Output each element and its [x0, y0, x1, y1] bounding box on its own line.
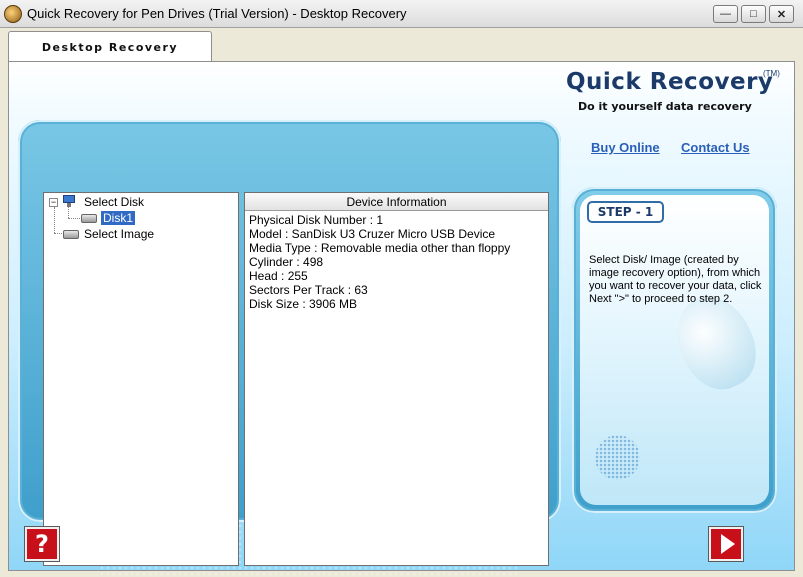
collapse-toggle-icon[interactable]: − [49, 198, 58, 207]
app-window: Quick Recovery for Pen Drives (Trial Ver… [0, 0, 803, 577]
title-bar[interactable]: Quick Recovery for Pen Drives (Trial Ver… [0, 0, 803, 28]
step-frame: STEP - 1 Select Disk/ Image (created by … [572, 187, 777, 513]
minimize-icon: — [720, 8, 731, 20]
logo-trademark: (TM) [763, 69, 780, 78]
close-icon: ✕ [776, 8, 787, 21]
disk-selection-frame: − Select Disk Disk1 Select Image Device … [18, 120, 561, 566]
tab-strip: Desktop Recovery [0, 28, 803, 63]
info-line: Disk Size : 3906 MB [249, 297, 358, 311]
info-line: Sectors Per Track : 63 [249, 283, 368, 297]
device-info-header[interactable]: Device Information [245, 193, 548, 211]
tree-item-disk1[interactable]: Disk1 [101, 211, 136, 225]
tree-connector [68, 218, 80, 219]
app-icon [4, 5, 22, 23]
info-line: Media Type : Removable media other than … [249, 241, 511, 255]
info-line: Model : SanDisk U3 Cruzer Micro USB Devi… [249, 227, 496, 241]
next-button[interactable] [709, 527, 743, 561]
computer-icon [63, 195, 75, 207]
logo-tagline: Do it yourself data recovery [578, 100, 752, 113]
minimize-button[interactable]: — [713, 5, 738, 23]
logo-title: Quick Recovery [566, 69, 774, 95]
close-button[interactable]: ✕ [769, 5, 794, 23]
window-title: Quick Recovery for Pen Drives (Trial Ver… [27, 6, 407, 21]
tree-item-select-disk[interactable]: Select Disk [84, 195, 144, 209]
tree-connector [68, 206, 69, 218]
step-panel: STEP - 1 Select Disk/ Image (created by … [580, 195, 769, 505]
decorative-globe-graphic [595, 435, 640, 480]
disk-image-icon [63, 230, 79, 239]
maximize-button[interactable]: □ [741, 5, 766, 23]
contact-us-link[interactable]: Contact Us [681, 140, 750, 155]
maximize-icon: □ [750, 8, 757, 20]
tab-desktop-recovery[interactable]: Desktop Recovery [8, 31, 212, 63]
help-button[interactable]: ? [25, 527, 59, 561]
device-info-panel: Device Information Physical Disk Number … [244, 192, 549, 566]
help-icon: ? [35, 530, 49, 558]
info-line: Cylinder : 498 [249, 255, 324, 269]
info-line: Physical Disk Number : 1 [249, 213, 384, 227]
next-arrow-icon [721, 534, 735, 554]
tree-item-select-image[interactable]: Select Image [84, 227, 154, 241]
main-content: Quick Recovery (TM) Do it yourself data … [8, 61, 795, 577]
disk-drive-icon [81, 214, 97, 223]
device-info-lines: Physical Disk Number : 1 Model : SanDisk… [249, 213, 510, 311]
buy-online-link[interactable]: Buy Online [591, 140, 660, 155]
info-line: Head : 255 [249, 269, 308, 283]
step-instructions: Select Disk/ Image (created by image rec… [589, 254, 762, 305]
tree-connector [54, 207, 55, 233]
step-badge: STEP - 1 [587, 201, 664, 223]
disk-tree[interactable]: − Select Disk Disk1 Select Image [43, 192, 239, 566]
